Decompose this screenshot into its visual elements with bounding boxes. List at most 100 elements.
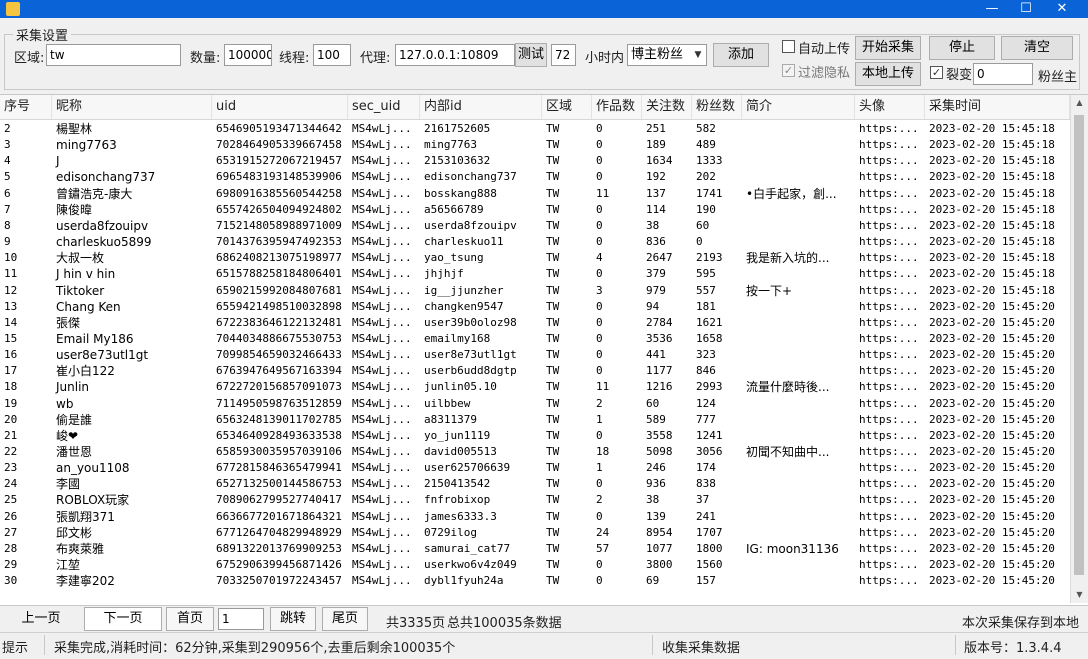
table-cell-bio: IG: moon31136 <box>746 541 839 556</box>
chevron-down-icon: ▼ <box>694 50 702 60</box>
table-row[interactable]: 21 峻❤ 6534640928493633538 MS4wLj... yo_jun11… <box>0 428 1070 444</box>
first-page-button[interactable]: 首页 <box>166 607 214 631</box>
table-cell-nickname: 崔小白122 <box>56 364 115 379</box>
table-row[interactable]: 13 Chang Ken 6559421498510032898 MS4wLj... c… <box>0 299 1070 315</box>
table-row[interactable]: 23 an_you1108 6772815846365479941 MS4wLj...… <box>0 460 1070 476</box>
table-cell-nickname: ming7763 <box>56 138 117 153</box>
column-header-time[interactable]: 采集时间 <box>925 95 1070 119</box>
table-row[interactable]: 4 J 6531915272067219457 MS4wLj... 2153103632… <box>0 153 1070 169</box>
column-header-sec-uid[interactable]: sec_uid <box>348 95 420 119</box>
column-header-following[interactable]: 关注数 <box>642 95 692 119</box>
table-cell-internal-id: yo_jun1119 <box>424 428 491 442</box>
region-input[interactable]: tw <box>46 44 181 66</box>
type-select-value: 博主粉丝 <box>631 47 684 62</box>
table-row[interactable]: 28 布爽萊雅 6891322013769909253 MS4wLj... samura… <box>0 541 1070 557</box>
last-page-button[interactable]: 尾页 <box>322 607 368 631</box>
minimize-button[interactable]: — <box>975 0 1009 18</box>
table-row[interactable]: 29 江堃 6752906399456871426 MS4wLj... userkwo6… <box>0 557 1070 573</box>
count-input[interactable]: 100000 <box>224 44 272 66</box>
jump-button[interactable]: 跳转 <box>270 607 316 631</box>
table-row[interactable]: 17 崔小白122 6763947649567163394 MS4wLj... user… <box>0 363 1070 379</box>
auto-upload-checkbox[interactable] <box>782 40 795 53</box>
table-cell-internal-id: ming7763 <box>424 138 477 152</box>
column-header-nickname[interactable]: 昵称 <box>52 95 212 119</box>
add-button[interactable]: 添加 <box>713 43 769 67</box>
table-cell-sec-uid: MS4wLj... <box>352 428 412 442</box>
stop-button[interactable]: 停止 <box>929 36 995 60</box>
table-row[interactable]: 10 大叔一枚 6862408213075198977 MS4wLj... yao_ts… <box>0 250 1070 266</box>
table-cell-avatar: https:... <box>859 202 919 216</box>
table-row[interactable]: 19 wb 7114950598763512859 MS4wLj... uilbbew T… <box>0 396 1070 412</box>
fission-checkbox[interactable]: ✓ <box>930 66 943 79</box>
column-header-avatar[interactable]: 头像 <box>855 95 925 119</box>
table-row[interactable]: 18 Junlin 6722720156857091073 MS4wLj... junl… <box>0 379 1070 395</box>
data-grid[interactable]: 序号 昵称 uid sec_uid 内部id 区域 作品数 关注数 粉丝数 简介 头像 采集时间 2 楊… <box>0 94 1088 606</box>
type-select[interactable]: 博主粉丝 ▼ <box>627 44 707 66</box>
start-collect-button[interactable]: 开始采集 <box>855 36 921 60</box>
table-row[interactable]: 22 潘世恩 6585930035957039106 MS4wLj... david00… <box>0 444 1070 460</box>
filter-private-checkbox[interactable]: ✓ <box>782 64 795 77</box>
table-row[interactable]: 16 user8e73utl1gt 7099854659032466433 MS4wL… <box>0 347 1070 363</box>
table-cell-followers: 157 <box>696 574 716 588</box>
table-cell-sec-uid: MS4wLj... <box>352 283 412 297</box>
table-row[interactable]: 6 曾鏽浩克-康大 6980916385560544258 MS4wLj... boss… <box>0 186 1070 202</box>
clear-button[interactable]: 清空 <box>1001 36 1073 60</box>
proxy-input[interactable]: 127.0.0.1:10809 <box>395 44 515 66</box>
table-row[interactable]: 26 張凱翔371 6636677201671864321 MS4wLj... jame… <box>0 509 1070 525</box>
table-row[interactable]: 14 張傑 6722383646122132481 MS4wLj... user39b0… <box>0 315 1070 331</box>
column-header-internal-id[interactable]: 内部id <box>420 95 542 119</box>
table-cell-uid: 7028464905339667458 <box>216 138 342 152</box>
table-row[interactable]: 5 edisonchang737 6965483193148539906 MS4wLj… <box>0 169 1070 185</box>
scroll-up-icon[interactable]: ▲ <box>1071 95 1088 111</box>
column-header-followers[interactable]: 粉丝数 <box>692 95 742 119</box>
table-cell-following: 114 <box>646 202 666 216</box>
table-cell-nickname: 邱文彬 <box>56 525 93 540</box>
column-header-works[interactable]: 作品数 <box>592 95 642 119</box>
scroll-down-icon[interactable]: ▼ <box>1071 587 1088 603</box>
prev-page-button[interactable]: 上一页 <box>6 607 76 631</box>
table-cell-works: 0 <box>596 331 603 345</box>
table-cell-following: 246 <box>646 461 666 475</box>
next-page-button[interactable]: 下一页 <box>84 607 162 631</box>
table-cell-region: TW <box>546 170 560 184</box>
table-cell-nickname: 江堃 <box>56 558 81 573</box>
test-proxy-button[interactable]: 测试 <box>515 43 547 67</box>
column-header-region[interactable]: 区域 <box>542 95 592 119</box>
table-cell-internal-id: emailmy168 <box>424 331 491 345</box>
column-header-index[interactable]: 序号 <box>0 95 52 119</box>
table-row[interactable]: 30 李建寧202 7033250701972243457 MS4wLj... dybl… <box>0 573 1070 589</box>
table-cell-time: 2023-02-20 15:45:20 <box>929 364 1055 378</box>
table-cell-uid: 6534640928493633538 <box>216 428 342 442</box>
table-row[interactable]: 9 charleskuo5899 7014376395947492353 MS4wLj… <box>0 234 1070 250</box>
table-row[interactable]: 2 楊聖林 6546905193471344642 MS4wLj... 21617526… <box>0 121 1070 137</box>
table-cell-time: 2023-02-20 15:45:18 <box>929 251 1055 265</box>
table-cell-followers: 777 <box>696 412 716 426</box>
local-upload-button[interactable]: 本地上传 <box>855 62 921 86</box>
table-row[interactable]: 25 ROBLOX玩家 7089062799527740417 MS4wLj... fn… <box>0 492 1070 508</box>
hours-input[interactable]: 72 <box>551 44 576 66</box>
maximize-button[interactable]: ☐ <box>1009 0 1043 18</box>
table-row[interactable]: 27 邱文彬 6771264704829948929 MS4wLj... 0729ilo… <box>0 525 1070 541</box>
column-header-uid[interactable]: uid <box>212 95 348 119</box>
table-row[interactable]: 12 Tiktoker 6590215992084807681 MS4wLj... ig… <box>0 283 1070 299</box>
column-header-bio[interactable]: 简介 <box>742 95 855 119</box>
table-cell-works: 0 <box>596 558 603 572</box>
table-row[interactable]: 20 偷是誰 6563248139011702785 MS4wLj... a831137… <box>0 412 1070 428</box>
table-cell-following: 60 <box>646 396 660 410</box>
table-row[interactable]: 15 Email My186 7044034886675530753 MS4wLj..… <box>0 331 1070 347</box>
threads-input[interactable]: 100 <box>313 44 351 66</box>
auto-upload-label: 自动上传 <box>798 42 851 57</box>
table-row[interactable]: 24 李國 6527132500144586753 MS4wLj... 21504135… <box>0 476 1070 492</box>
table-row[interactable]: 7 陳俊暐 6557426504094924802 MS4wLj... a5656678… <box>0 202 1070 218</box>
table-row[interactable]: 11 J hin v hin 6515788258184806401 MS4wLj..… <box>0 266 1070 282</box>
fission-input[interactable]: 0 <box>973 63 1033 85</box>
table-cell-sec-uid: MS4wLj... <box>352 299 412 313</box>
table-row[interactable]: 3 ming7763 7028464905339667458 MS4wLj... min… <box>0 137 1070 153</box>
close-button[interactable]: ✕ <box>1045 0 1079 18</box>
table-row[interactable]: 8 userda8fzouipv 7152148058988971009 MS4wLj… <box>0 218 1070 234</box>
table-cell-uid: 6546905193471344642 <box>216 122 342 135</box>
vertical-scrollbar[interactable]: ▲ ▼ <box>1070 95 1088 603</box>
scroll-thumb[interactable] <box>1074 115 1084 575</box>
table-cell-followers: 124 <box>696 396 716 410</box>
page-number-input[interactable]: 1 <box>218 608 264 630</box>
